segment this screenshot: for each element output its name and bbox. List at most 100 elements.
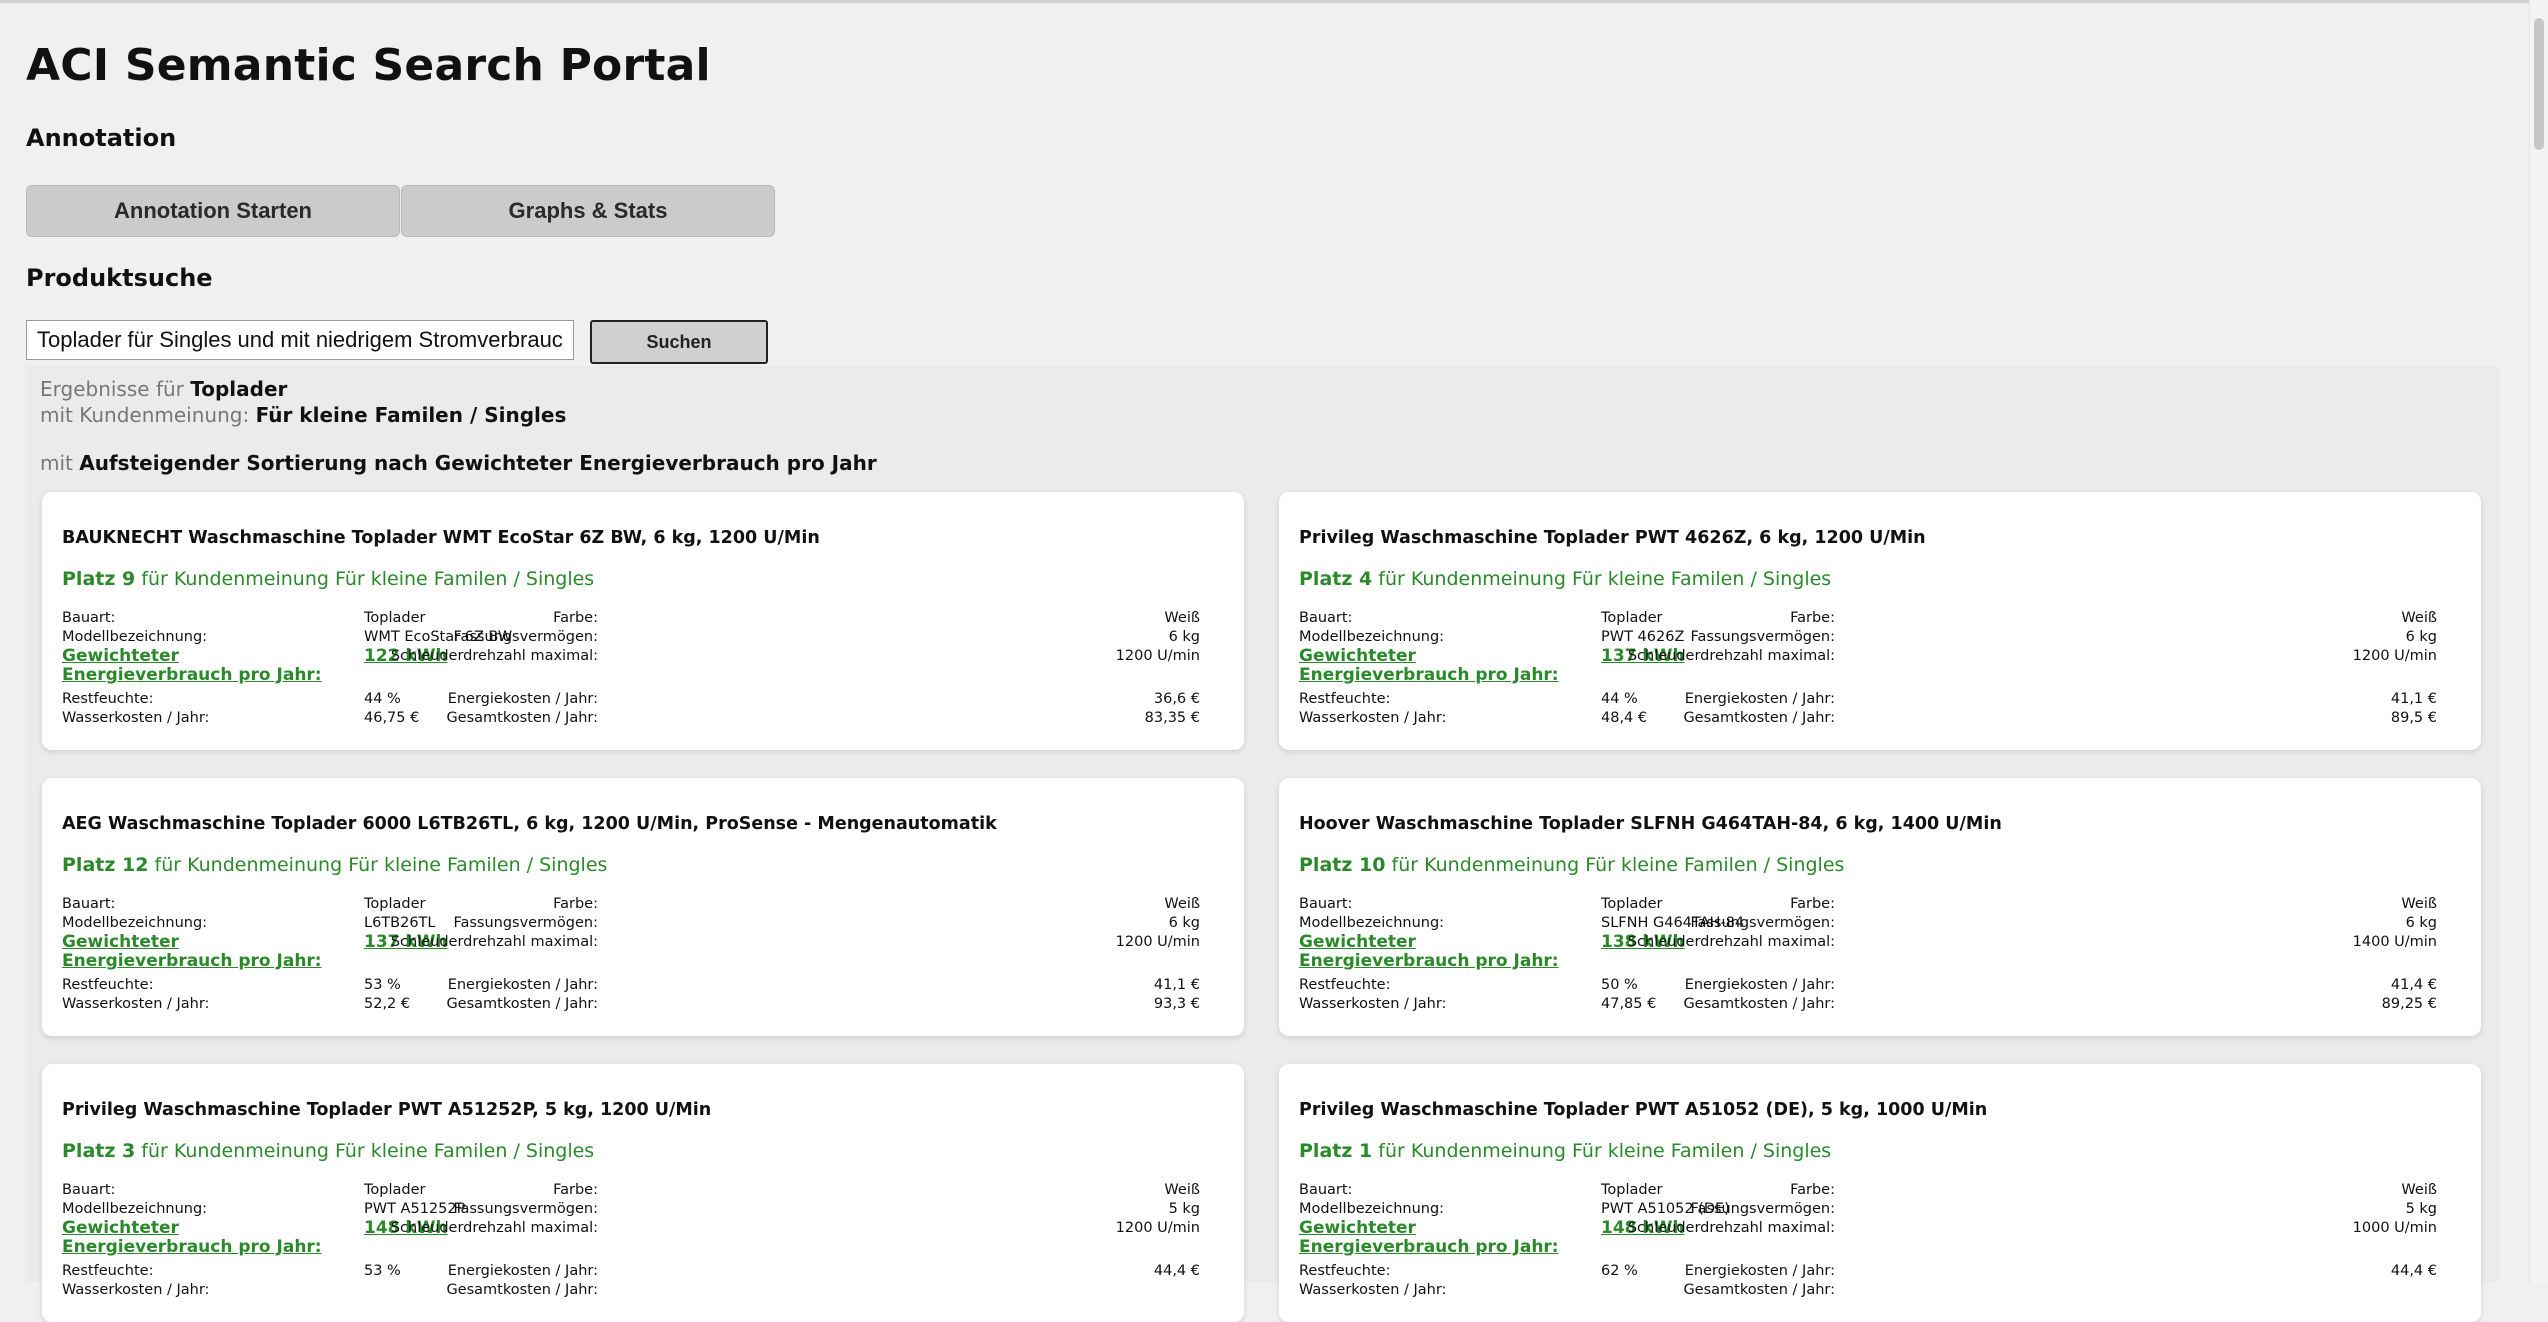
- spec-label-energie[interactable]: Gewichteter Energieverbrauch pro Jahr:: [62, 933, 352, 971]
- spec-label-modell: Modellbezeichnung:: [1299, 1201, 1445, 1217]
- spec-value-restfeuchte: 50 %: [1601, 977, 1638, 993]
- spec-value-restfeuchte: 44 %: [1601, 691, 1638, 707]
- spec-value-schleuder: 1200 U/min: [2352, 648, 2437, 664]
- spec-value-restfeuchte: 44 %: [364, 691, 401, 707]
- product-title: Hoover Waschmaschine Toplader SLFNH G464…: [1299, 814, 2002, 834]
- spec-value-bauart: Toplader: [364, 896, 426, 912]
- spec-value-restfeuchte: 62 %: [1601, 1263, 1638, 1279]
- rank-number: Platz 12: [62, 854, 149, 876]
- results-prefix: Ergebnisse für: [40, 377, 184, 401]
- spec-label-farbe: Farbe:: [1790, 896, 1835, 912]
- spec-label-wasserkosten: Wasserkosten / Jahr:: [62, 710, 210, 726]
- spec-value-fassung: 5 kg: [2405, 1201, 2437, 1217]
- spec-value-bauart: Toplader: [1601, 1182, 1663, 1198]
- spec-label-farbe: Farbe:: [1790, 610, 1835, 626]
- product-title: AEG Waschmaschine Toplader 6000 L6TB26TL…: [62, 814, 997, 834]
- sort-prefix: mit: [40, 451, 73, 475]
- spec-label-gesamtkosten: Gesamtkosten / Jahr:: [446, 1282, 598, 1298]
- spec-label-restfeuchte: Restfeuchte:: [62, 691, 154, 707]
- annotation-heading: Annotation: [26, 124, 177, 152]
- annotation-start-button[interactable]: Annotation Starten: [26, 185, 400, 237]
- product-title: Privileg Waschmaschine Toplader PWT 4626…: [1299, 528, 1926, 548]
- spec-label-schleuder: Schleuderdrehzahl maximal:: [1627, 648, 1835, 664]
- product-card[interactable]: Privileg Waschmaschine Toplader PWT A510…: [1279, 1064, 2481, 1322]
- spec-label-energie[interactable]: Gewichteter Energieverbrauch pro Jahr:: [62, 647, 352, 685]
- spec-label-restfeuchte: Restfeuchte:: [62, 977, 154, 993]
- spec-label-energie[interactable]: Gewichteter Energieverbrauch pro Jahr:: [62, 1219, 352, 1257]
- spec-label-gesamtkosten: Gesamtkosten / Jahr:: [1683, 710, 1835, 726]
- spec-value-wasserkosten: 52,2 €: [364, 996, 411, 1012]
- spec-value-bauart: Toplader: [364, 610, 426, 626]
- spec-value-farbe: Weiß: [1164, 896, 1200, 912]
- sort-term: Aufsteigender Sortierung nach Gewichtete…: [79, 451, 877, 475]
- spec-label-modell: Modellbezeichnung:: [1299, 629, 1445, 645]
- product-card[interactable]: BAUKNECHT Waschmaschine Toplader WMT Eco…: [42, 492, 1244, 750]
- spec-label-restfeuchte: Restfeuchte:: [1299, 691, 1391, 707]
- spec-label-restfeuchte: Restfeuchte:: [62, 1263, 154, 1279]
- spec-value-schleuder: 1000 U/min: [2352, 1220, 2437, 1236]
- spec-label-fassung: Fassungsvermögen:: [453, 1201, 598, 1217]
- spec-label-energie[interactable]: Gewichteter Energieverbrauch pro Jahr:: [1299, 933, 1589, 971]
- spec-value-schleuder: 1400 U/min: [2352, 934, 2437, 950]
- spec-label-gesamtkosten: Gesamtkosten / Jahr:: [446, 996, 598, 1012]
- product-card[interactable]: Hoover Waschmaschine Toplader SLFNH G464…: [1279, 778, 2481, 1036]
- spec-value-gesamtkosten: 83,35 €: [1144, 710, 1200, 726]
- product-card[interactable]: Privileg Waschmaschine Toplader PWT A512…: [42, 1064, 1244, 1322]
- spec-label-energiekosten: Energiekosten / Jahr:: [447, 1263, 598, 1279]
- spec-label-farbe: Farbe:: [1790, 1182, 1835, 1198]
- rank-suffix: für Kundenmeinung Für kleine Familen / S…: [141, 568, 595, 590]
- spec-label-modell: Modellbezeichnung:: [1299, 915, 1445, 931]
- product-card[interactable]: AEG Waschmaschine Toplader 6000 L6TB26TL…: [42, 778, 1244, 1036]
- spec-value-gesamtkosten: 89,25 €: [2381, 996, 2437, 1012]
- spec-label-bauart: Bauart:: [62, 1182, 116, 1198]
- spec-label-wasserkosten: Wasserkosten / Jahr:: [1299, 1282, 1447, 1298]
- spec-label-energiekosten: Energiekosten / Jahr:: [1684, 977, 1835, 993]
- spec-label-schleuder: Schleuderdrehzahl maximal:: [390, 1220, 598, 1236]
- spec-label-modell: Modellbezeichnung:: [62, 915, 208, 931]
- search-input[interactable]: [26, 320, 574, 360]
- rank-suffix: für Kundenmeinung Für kleine Familen / S…: [154, 854, 608, 876]
- spec-label-wasserkosten: Wasserkosten / Jahr:: [1299, 996, 1447, 1012]
- spec-value-bauart: Toplader: [364, 1182, 426, 1198]
- spec-value-energiekosten: 36,6 €: [1153, 691, 1200, 707]
- vertical-scrollbar[interactable]: [2529, 0, 2548, 1282]
- spec-label-wasserkosten: Wasserkosten / Jahr:: [1299, 710, 1447, 726]
- spec-value-energiekosten: 44,4 €: [1153, 1263, 1200, 1279]
- spec-label-energiekosten: Energiekosten / Jahr:: [1684, 691, 1835, 707]
- spec-value-wasserkosten: 46,75 €: [364, 710, 420, 726]
- spec-value-wasserkosten: 47,85 €: [1601, 996, 1657, 1012]
- window-top-border: [0, 0, 2548, 3]
- spec-label-gesamtkosten: Gesamtkosten / Jahr:: [1683, 1282, 1835, 1298]
- spec-value-bauart: Toplader: [1601, 610, 1663, 626]
- opinion-term: Für kleine Familen / Singles: [255, 403, 567, 427]
- spec-value-farbe: Weiß: [2401, 896, 2437, 912]
- spec-value-fassung: 6 kg: [1168, 629, 1200, 645]
- spec-value-fassung: 6 kg: [2405, 629, 2437, 645]
- rank-number: Platz 10: [1299, 854, 1386, 876]
- spec-label-fassung: Fassungsvermögen:: [453, 629, 598, 645]
- spec-label-energiekosten: Energiekosten / Jahr:: [447, 977, 598, 993]
- spec-value-fassung: 6 kg: [1168, 915, 1200, 931]
- rank-number: Platz 9: [62, 568, 136, 590]
- graphs-stats-button[interactable]: Graphs & Stats: [401, 185, 775, 237]
- spec-value-restfeuchte: 53 %: [364, 1263, 401, 1279]
- spec-value-modell: PWT A51252P: [364, 1201, 466, 1217]
- product-title: Privileg Waschmaschine Toplader PWT A510…: [1299, 1100, 1988, 1120]
- product-card[interactable]: Privileg Waschmaschine Toplader PWT 4626…: [1279, 492, 2481, 750]
- spec-label-modell: Modellbezeichnung:: [62, 1201, 208, 1217]
- spec-label-energie[interactable]: Gewichteter Energieverbrauch pro Jahr:: [1299, 1219, 1589, 1257]
- product-rank: Platz 4 für Kundenmeinung Für kleine Fam…: [1299, 568, 1831, 590]
- scrollbar-thumb[interactable]: [2534, 18, 2544, 150]
- spec-value-farbe: Weiß: [1164, 1182, 1200, 1198]
- spec-label-wasserkosten: Wasserkosten / Jahr:: [62, 1282, 210, 1298]
- spec-label-fassung: Fassungsvermögen:: [1690, 1201, 1835, 1217]
- spec-label-restfeuchte: Restfeuchte:: [1299, 977, 1391, 993]
- spec-label-energiekosten: Energiekosten / Jahr:: [447, 691, 598, 707]
- spec-value-gesamtkosten: 93,3 €: [1153, 996, 1200, 1012]
- product-search-heading: Produktsuche: [26, 264, 213, 292]
- spec-label-energie[interactable]: Gewichteter Energieverbrauch pro Jahr:: [1299, 647, 1589, 685]
- results-summary: Ergebnisse für Toplader mit Kundenmeinun…: [40, 376, 877, 475]
- search-button[interactable]: Suchen: [590, 320, 768, 364]
- spec-value-schleuder: 1200 U/min: [1115, 934, 1200, 950]
- spec-value-energiekosten: 41,4 €: [2390, 977, 2437, 993]
